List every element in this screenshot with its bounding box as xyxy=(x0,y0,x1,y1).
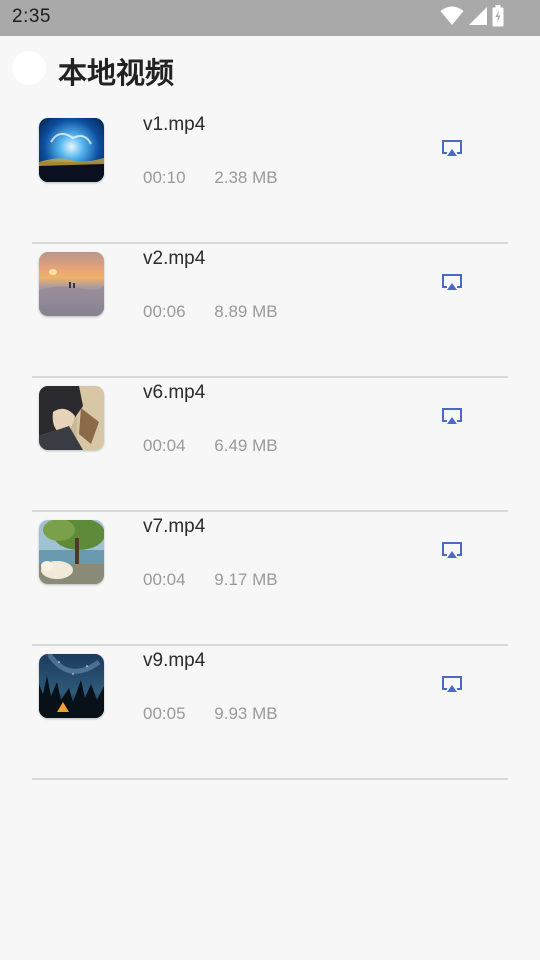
video-filename: v9.mp4 xyxy=(143,650,206,671)
video-duration: 00:06 xyxy=(143,302,186,321)
cast-icon[interactable] xyxy=(441,407,463,427)
video-duration: 00:04 xyxy=(143,570,186,589)
video-meta: 00:04 9.17 MB xyxy=(143,570,278,590)
anime-character-thumbnail xyxy=(39,386,104,450)
cast-icon[interactable] xyxy=(441,273,463,293)
page-title: 本地视频 xyxy=(58,56,175,90)
video-meta: 00:10 2.38 MB xyxy=(143,168,278,188)
video-filename: v1.mp4 xyxy=(143,114,206,135)
video-filename: v2.mp4 xyxy=(143,248,206,269)
status-bar: 2:35 xyxy=(0,0,540,36)
back-button[interactable] xyxy=(12,51,46,85)
sunset-clouds-thumbnail xyxy=(39,252,104,316)
video-filename: v6.mp4 xyxy=(143,382,206,403)
video-size: 9.93 MB xyxy=(214,704,278,723)
video-filename: v7.mp4 xyxy=(143,516,206,537)
video-list-item[interactable]: v7.mp4 00:04 9.17 MB xyxy=(0,512,540,646)
video-list-item[interactable]: v9.mp4 00:05 9.93 MB xyxy=(0,646,540,780)
wifi-icon xyxy=(440,6,464,30)
header: 本地视频 xyxy=(0,36,540,110)
divider xyxy=(32,778,508,780)
video-meta: 00:04 6.49 MB xyxy=(143,436,278,456)
video-duration: 00:10 xyxy=(143,168,186,187)
video-size: 9.17 MB xyxy=(214,570,278,589)
video-size: 8.89 MB xyxy=(214,302,278,321)
blue-light-tree-thumbnail xyxy=(39,118,104,182)
cell-signal-icon xyxy=(468,6,488,30)
video-list-item[interactable]: v6.mp4 00:04 6.49 MB xyxy=(0,378,540,512)
night-sky-tent-thumbnail xyxy=(39,654,104,718)
cast-icon[interactable] xyxy=(441,541,463,561)
dog-under-tree-thumbnail xyxy=(39,520,104,584)
video-size: 6.49 MB xyxy=(214,436,278,455)
video-list-item[interactable]: v2.mp4 00:06 8.89 MB xyxy=(0,244,540,378)
status-icons xyxy=(440,5,504,31)
video-meta: 00:06 8.89 MB xyxy=(143,302,278,322)
cast-icon[interactable] xyxy=(441,139,463,159)
video-duration: 00:05 xyxy=(143,704,186,723)
video-list-item[interactable]: v1.mp4 00:10 2.38 MB xyxy=(0,110,540,244)
video-duration: 00:04 xyxy=(143,436,186,455)
battery-icon xyxy=(492,5,504,31)
video-meta: 00:05 9.93 MB xyxy=(143,704,278,724)
status-time: 2:35 xyxy=(12,6,51,27)
cast-icon[interactable] xyxy=(441,675,463,695)
video-size: 2.38 MB xyxy=(214,168,278,187)
video-list: v1.mp4 00:10 2.38 MB v2.mp4 00:06 8.89 M… xyxy=(0,110,540,780)
